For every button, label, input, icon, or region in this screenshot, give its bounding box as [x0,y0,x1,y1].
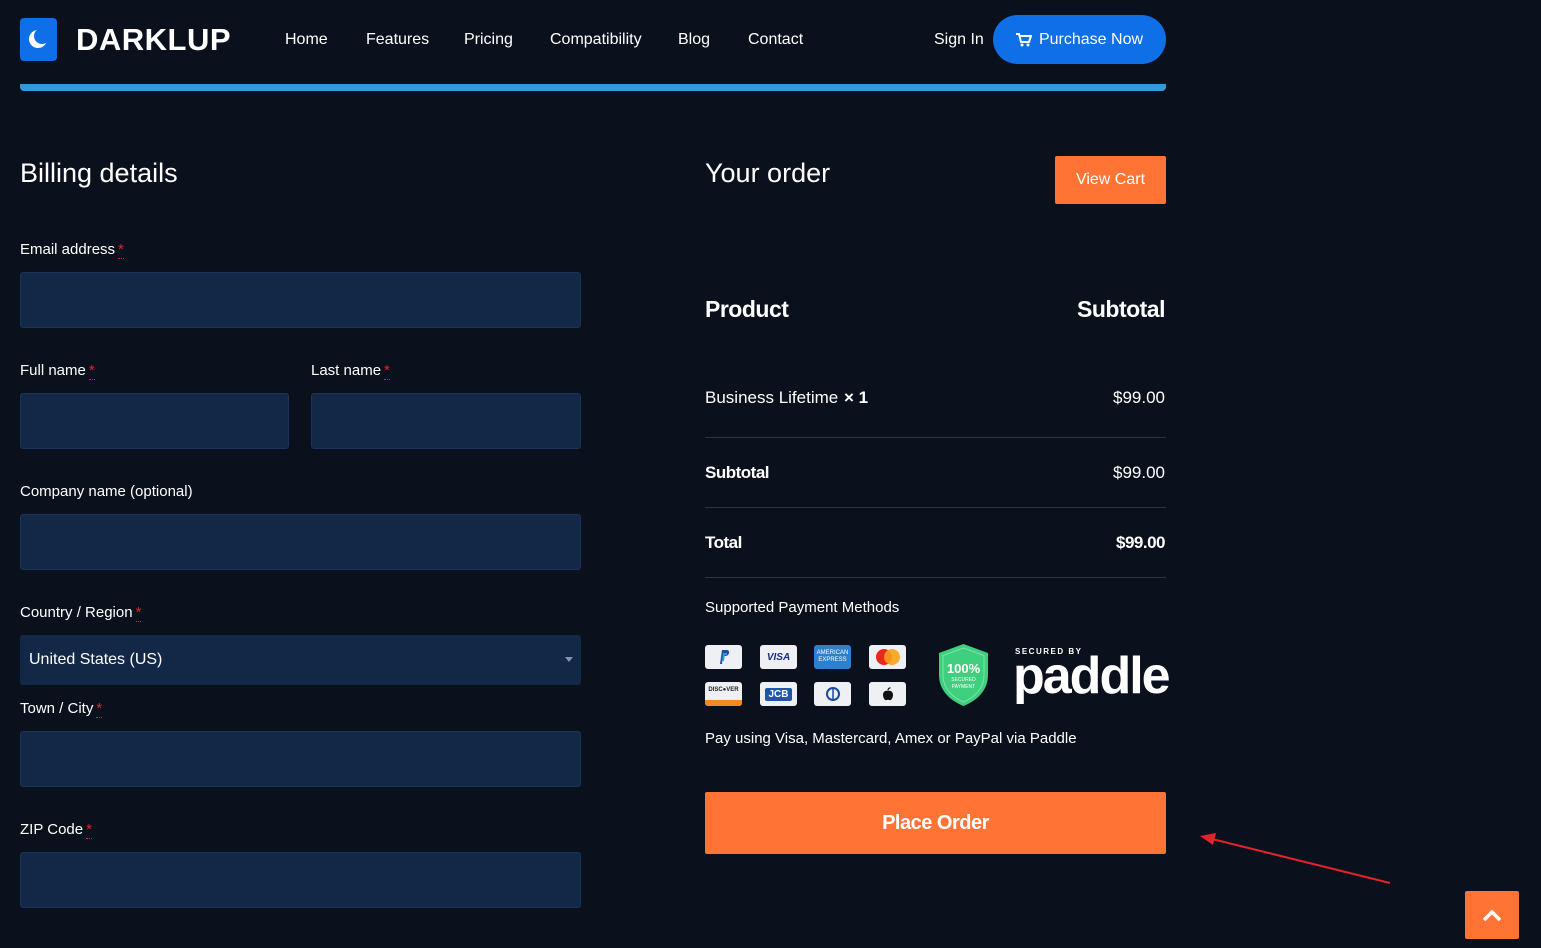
nav-features[interactable]: Features [366,30,429,50]
required-mark: * [118,241,124,259]
discover-stripe [705,700,742,706]
town-label-text: Town / City [20,700,94,717]
diners-club-icon [814,682,851,706]
discover-icon: DISC●VER [705,682,742,706]
company-label: Company name (optional) [20,483,193,500]
purchase-now-button[interactable]: Purchase Now [993,15,1166,64]
town-label: Town / City * [20,700,103,718]
country-label: Country / Region * [20,604,142,622]
payment-methods-heading: Supported Payment Methods [705,599,900,616]
full-name-label: Full name * [20,362,95,380]
place-order-button[interactable]: Place Order [705,792,1166,854]
jcb-text: JCB [765,687,792,701]
last-name-label: Last name * [311,362,390,380]
email-label: Email address * [20,241,124,259]
full-name-field[interactable] [20,393,289,449]
badge-line1: SECURED [951,677,976,683]
paypal-icon [705,645,742,669]
moon-icon [29,28,49,48]
payment-note: Pay using Visa, Mastercard, Amex or PayP… [705,730,1077,747]
order-item-price: $99.00 [1113,388,1165,407]
amex-text-bottom: EXPRESS [818,657,847,663]
sign-in-link[interactable]: Sign In [934,30,984,50]
zip-label-text: ZIP Code [20,821,84,838]
visa-text: VISA [766,651,791,663]
header-accent-bar [20,84,1166,91]
subtotal-value: $99.00 [1113,463,1165,482]
total-label: Total [705,533,742,552]
subtotal-label: Subtotal [705,463,770,482]
apple-pay-icon [869,682,906,706]
order-item-name: Business Lifetime [705,388,839,407]
column-product: Product [705,296,789,322]
order-divider [705,507,1166,508]
last-name-field[interactable] [311,393,581,449]
amex-text-top: AMERICAN [816,650,849,656]
mastercard-icon [869,645,906,669]
order-item-qty: × 1 [844,388,869,407]
secured-payment-badge: 100% SECURED PAYMENT [938,643,989,707]
town-field[interactable] [20,731,581,787]
nav-pricing[interactable]: Pricing [464,30,513,50]
chevron-down-icon [565,657,573,662]
purchase-now-label: Purchase Now [1038,30,1144,48]
order-divider [705,437,1166,438]
country-select-value: United States (US) [29,651,163,668]
amex-icon: AMERICAN EXPRESS [814,645,851,669]
required-mark: * [135,604,142,622]
total-value: $99.00 [1116,533,1166,552]
nav-compatibility[interactable]: Compatibility [550,30,642,50]
nav-contact[interactable]: Contact [748,30,803,50]
cart-icon [1015,32,1032,46]
full-name-label-text: Full name [20,362,86,379]
last-name-label-text: Last name [311,362,382,379]
scroll-to-top-button[interactable] [1465,891,1519,939]
nav-home[interactable]: Home [285,30,328,50]
nav-blog[interactable]: Blog [678,30,710,50]
company-field[interactable] [20,514,581,570]
required-mark: * [96,700,103,718]
required-mark: * [88,362,95,380]
visa-icon: VISA [760,645,797,669]
order-title: Your order [705,158,831,188]
discover-text: DISC●VER [708,687,739,693]
arrow-annotation-icon [1200,833,1391,884]
badge-line2: PAYMENT [951,684,976,690]
email-label-text: Email address [20,241,116,258]
jcb-icon: JCB [760,682,797,706]
order-divider [705,577,1166,578]
zip-label: ZIP Code * [20,821,92,839]
badge-percent: 100% [946,661,981,676]
country-select[interactable]: United States (US) [20,635,581,685]
brand-name[interactable]: DARKLUP [76,22,231,58]
paddle-logo: paddle [1013,647,1171,705]
view-cart-button[interactable]: View Cart [1055,156,1166,204]
country-label-text: Country / Region [20,604,133,621]
logo-icon[interactable] [20,18,57,61]
billing-title: Billing details [20,158,178,188]
chevron-up-icon [1482,909,1502,922]
email-field[interactable] [20,272,581,328]
required-mark: * [86,821,92,839]
zip-field[interactable] [20,852,581,908]
column-subtotal: Subtotal [1077,296,1166,322]
required-mark: * [384,362,390,380]
